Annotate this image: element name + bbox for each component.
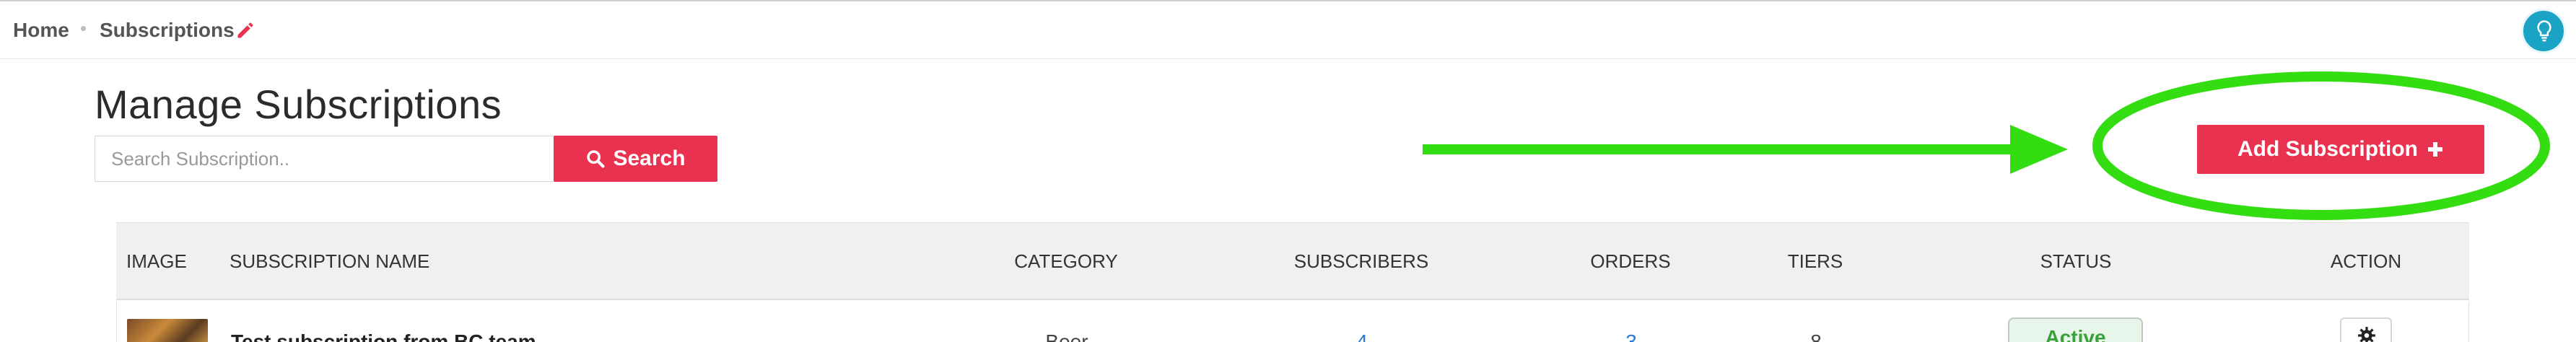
search-input[interactable]	[95, 136, 554, 182]
column-header-image: IMAGE	[126, 250, 187, 272]
subscription-category: Beer	[1045, 330, 1088, 342]
annotation-arrow	[1423, 125, 2068, 174]
table-header: IMAGE SUBSCRIPTION NAME CATEGORY SUBSCRI…	[116, 222, 2469, 300]
pencil-icon[interactable]	[235, 20, 256, 40]
status-badge: Active	[2008, 317, 2143, 342]
settings-button[interactable]	[2340, 317, 2392, 342]
search-button-label: Search	[613, 146, 686, 170]
subscribers-count-link[interactable]: 4	[1356, 330, 1368, 342]
column-header-subscription-name: SUBSCRIPTION NAME	[230, 250, 430, 272]
search-button[interactable]: Search	[554, 136, 717, 182]
breadcrumb-home[interactable]: Home	[13, 19, 69, 42]
breadcrumb-current: Subscriptions	[100, 19, 235, 41]
column-header-status: STATUS	[2040, 250, 2112, 272]
table-row: Test subscription from BC team Beer 4 3 …	[116, 302, 2469, 342]
help-button[interactable]	[2521, 9, 2566, 53]
orders-count-link[interactable]: 3	[1625, 330, 1637, 342]
add-subscription-button[interactable]: Add Subscription	[2197, 125, 2484, 174]
subscription-name[interactable]: Test subscription from BC team	[231, 330, 536, 342]
column-header-orders: ORDERS	[1590, 250, 1671, 272]
plus-icon	[2428, 142, 2442, 157]
column-header-action: ACTION	[2330, 250, 2402, 272]
add-subscription-label: Add Subscription	[2237, 137, 2418, 161]
top-bar: Home Subscriptions	[0, 0, 2576, 59]
gear-icon	[2358, 327, 2375, 342]
page-title: Manage Subscriptions	[95, 82, 502, 127]
search-icon	[587, 150, 605, 168]
breadcrumb-separator	[81, 26, 86, 31]
column-header-tiers: TIERS	[1787, 250, 1843, 272]
column-header-subscribers: SUBSCRIBERS	[1293, 250, 1429, 272]
column-header-category: CATEGORY	[1014, 250, 1118, 272]
subscription-thumbnail[interactable]	[127, 319, 208, 342]
tiers-count: 8	[1810, 330, 1822, 342]
lightbulb-icon	[2537, 20, 2551, 42]
